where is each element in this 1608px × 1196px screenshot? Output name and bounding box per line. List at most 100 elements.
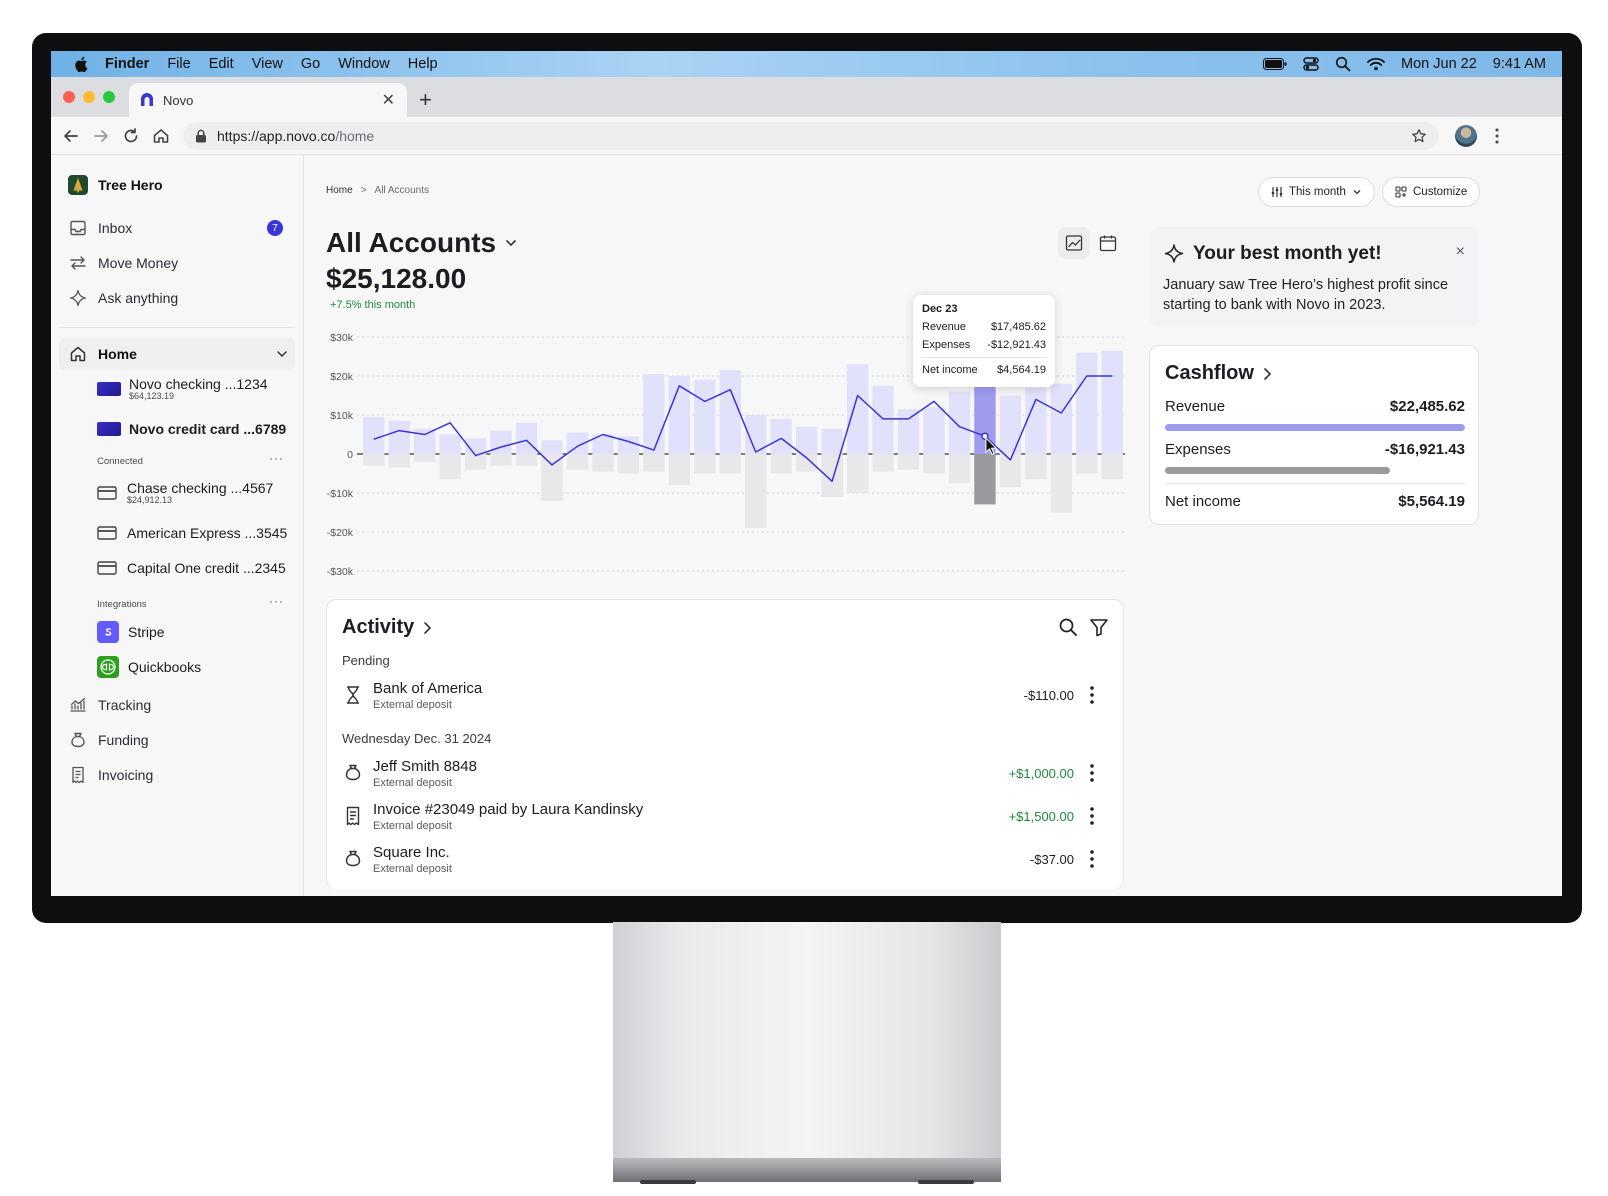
sidebar-item-inbox[interactable]: Inbox 7 <box>59 212 295 244</box>
expenses-bar <box>363 454 385 466</box>
menubar-date[interactable]: Mon Jun 22 <box>1401 56 1477 72</box>
account-name: Novo checking ...1234 <box>129 376 268 392</box>
window-zoom-button[interactable] <box>103 91 115 103</box>
expenses-bar <box>1165 467 1390 474</box>
more-options-icon[interactable] <box>1086 848 1098 870</box>
chevron-down-icon[interactable] <box>275 347 289 361</box>
y-tick-label: -$20k <box>327 527 354 539</box>
chart-view-button[interactable] <box>1058 227 1090 259</box>
bookmark-star-icon[interactable] <box>1411 128 1427 144</box>
line-chart-icon <box>1065 235 1083 251</box>
calendar-view-button[interactable] <box>1092 227 1124 259</box>
expenses-bar <box>948 454 971 484</box>
transaction-row[interactable]: Bank of America External deposit -$110.0… <box>342 680 1112 716</box>
sidebar-item-move-money[interactable]: Move Money <box>59 247 295 279</box>
account-novo-credit-card[interactable]: Novo credit card ...6789 <box>97 421 295 437</box>
sidebar-item-funding[interactable]: Funding <box>59 724 295 756</box>
breadcrumb-home[interactable]: Home <box>326 185 353 196</box>
expenses-bar <box>1025 454 1047 480</box>
sidebar-item-home[interactable]: Home <box>59 338 295 370</box>
integrations-more-button[interactable]: ··· <box>269 594 284 608</box>
screen: Finder File Edit View Go Window Help Mon… <box>51 51 1562 896</box>
control-center-icon[interactable] <box>1303 56 1319 72</box>
reload-icon[interactable] <box>121 126 141 146</box>
revenue-bar <box>821 428 843 454</box>
transaction-row[interactable]: Square Inc. External deposit -$37.00 <box>342 844 1112 880</box>
window-minimize-button[interactable] <box>83 91 95 103</box>
cashflow-title-link[interactable]: Cashflow <box>1165 362 1272 385</box>
home-icon[interactable] <box>151 126 171 146</box>
sidebar-item-label: Inbox <box>98 220 133 236</box>
expenses-bar <box>388 454 410 468</box>
new-tab-button[interactable]: + <box>419 87 432 113</box>
integration-stripe[interactable]: Stripe <box>97 621 295 643</box>
org-switcher[interactable]: Tree Hero <box>59 169 295 201</box>
account-capital-one[interactable]: Capital One credit ...2345 <box>97 560 295 576</box>
lock-icon <box>196 129 206 143</box>
credit-card-icon <box>97 526 117 540</box>
wifi-icon[interactable] <box>1367 57 1385 71</box>
close-icon[interactable]: × <box>1456 243 1465 261</box>
sidebar-item-invoicing[interactable]: Invoicing <box>59 759 295 791</box>
transaction-row[interactable]: Invoice #23049 paid by Laura Kandinsky E… <box>342 801 1112 837</box>
menu-file[interactable]: File <box>167 56 190 72</box>
chart-tooltip: Dec 23 Revenue $17,485.62 Expenses -$12,92… <box>913 295 1055 387</box>
tab-close-icon[interactable]: ✕ <box>382 90 395 110</box>
period-filter-button[interactable]: This month <box>1258 177 1375 207</box>
sidebar-item-ask-anything[interactable]: Ask anything <box>59 282 295 314</box>
sidebar-item-tracking[interactable]: Tracking <box>59 689 295 721</box>
expenses-bar <box>1050 454 1073 513</box>
expenses-bar <box>566 454 589 470</box>
insight-title: Your best month yet! <box>1193 243 1382 264</box>
spotlight-search-icon[interactable] <box>1335 56 1351 72</box>
account-novo-checking[interactable]: Novo checking ...1234 $64,123.19 <box>97 377 295 401</box>
menubar-time[interactable]: 9:41 AM <box>1493 56 1546 72</box>
home-icon <box>70 346 86 362</box>
revenue-bar <box>694 379 716 454</box>
cashflow-divider <box>1165 483 1465 484</box>
account-selector[interactable]: All Accounts <box>326 227 518 259</box>
menu-finder[interactable]: Finder <box>105 56 149 72</box>
activity-title-link[interactable]: Activity <box>342 616 432 639</box>
profile-avatar[interactable] <box>1455 125 1477 147</box>
connected-more-button[interactable]: ··· <box>269 451 284 465</box>
account-chase-checking[interactable]: Chase checking ...4567 $24,912.13 <box>97 481 295 505</box>
expenses-bar <box>668 454 691 486</box>
battery-icon[interactable] <box>1263 58 1287 70</box>
expenses-bar <box>974 454 996 505</box>
more-options-icon[interactable] <box>1086 762 1098 784</box>
apple-icon[interactable] <box>73 55 91 73</box>
revenue-bar <box>923 407 945 454</box>
browser-tab[interactable]: Novo ✕ <box>129 83 407 117</box>
revenue-bar <box>541 440 563 454</box>
more-options-icon[interactable] <box>1086 684 1098 706</box>
customize-button[interactable]: Customize <box>1382 177 1481 207</box>
integration-quickbooks[interactable]: Quickbooks <box>97 656 295 678</box>
cashflow-expenses-row: Expenses -$16,921.43 <box>1165 441 1465 458</box>
forward-arrow-icon[interactable] <box>91 126 111 146</box>
expenses-bar <box>694 454 716 474</box>
revenue-bar <box>846 364 869 454</box>
sidebar-divider <box>59 327 295 328</box>
expenses-bar <box>795 454 818 472</box>
menu-edit[interactable]: Edit <box>209 56 234 72</box>
menu-window[interactable]: Window <box>338 56 390 72</box>
more-options-icon[interactable] <box>1086 805 1098 827</box>
window-close-button[interactable] <box>63 91 75 103</box>
url-bar[interactable]: https://app.novo.co/home <box>183 122 1439 150</box>
filter-icon[interactable] <box>1088 616 1110 638</box>
mac-menu-bar: Finder File Edit View Go Window Help Mon… <box>51 51 1562 77</box>
menu-view[interactable]: View <box>252 56 283 72</box>
connected-section-label: Connected <box>97 456 143 467</box>
account-american-express[interactable]: American Express ...3545 <box>97 525 295 541</box>
search-icon[interactable] <box>1057 616 1079 638</box>
browser-menu-icon[interactable] <box>1489 127 1505 145</box>
menu-help[interactable]: Help <box>408 56 438 72</box>
revenue-bar <box>770 418 792 454</box>
calendar-icon <box>1099 235 1117 252</box>
back-arrow-icon[interactable] <box>61 126 81 146</box>
credit-card-icon <box>97 486 117 500</box>
transaction-row[interactable]: Jeff Smith 8848 External deposit +$1,000… <box>342 758 1112 794</box>
insight-body: January saw Tree Hero’s highest profit s… <box>1163 277 1449 313</box>
menu-go[interactable]: Go <box>301 56 320 72</box>
